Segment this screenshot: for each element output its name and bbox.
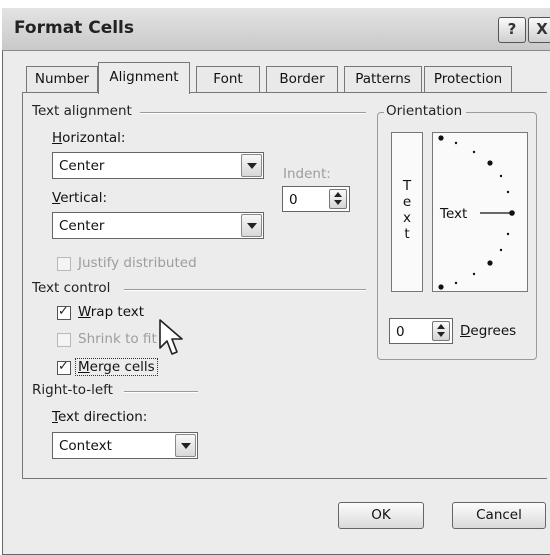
vertical-text-char: t <box>404 226 410 242</box>
justify-distributed-label: Justify distributed <box>78 255 197 271</box>
degrees-label: Degrees <box>460 323 517 339</box>
text-alignment-group-label: Text alignment <box>32 103 136 119</box>
tab-alignment[interactable]: Alignment <box>98 62 190 94</box>
chevron-down-icon[interactable] <box>241 154 262 177</box>
indent-label: Indent: <box>283 166 331 182</box>
wrap-text-checkbox[interactable]: ✓ <box>57 304 71 320</box>
indent-value: 0 <box>289 192 298 208</box>
wrap-text-label: Wrap text <box>78 304 145 320</box>
vertical-select[interactable]: Center <box>52 212 264 239</box>
close-icon: X <box>536 20 548 38</box>
vertical-value: Center <box>59 218 105 234</box>
cancel-button[interactable]: Cancel <box>452 502 546 529</box>
right-to-left-group-label: Right-to-left <box>32 382 117 398</box>
vertical-text-char: e <box>402 194 412 210</box>
text-direction-value: Context <box>59 438 112 454</box>
tab-patterns[interactable]: Patterns <box>344 66 422 93</box>
close-button[interactable]: X <box>528 17 550 43</box>
dial-text-label: Text <box>440 206 468 222</box>
horizontal-select[interactable]: Center <box>52 152 264 179</box>
group-rule <box>140 112 366 114</box>
orientation-group-label: Orientation <box>384 103 467 119</box>
text-direction-select[interactable]: Context <box>52 432 198 459</box>
ok-button[interactable]: OK <box>338 502 424 529</box>
tab-protection[interactable]: Protection <box>424 66 512 93</box>
spinner-icon[interactable] <box>329 189 347 209</box>
dialog-title: Format Cells <box>14 18 134 38</box>
shrink-to-fit-label: Shrink to fit <box>78 331 157 347</box>
degrees-value: 0 <box>396 324 405 340</box>
degrees-spinner[interactable]: 0 <box>389 318 453 344</box>
text-direction-label: Text direction: <box>52 409 148 425</box>
shrink-to-fit-checkbox[interactable] <box>57 333 71 347</box>
merge-cells-checkbox[interactable]: ✓ <box>57 359 71 375</box>
justify-distributed-checkbox[interactable] <box>57 257 71 271</box>
help-icon: ? <box>507 20 517 38</box>
horizontal-label: Horizontal: <box>52 130 126 146</box>
tab-number[interactable]: Number <box>26 66 98 93</box>
indent-spinner[interactable]: 0 <box>282 186 350 212</box>
vertical-text-char: T <box>402 178 412 194</box>
mouse-pointer-icon <box>159 319 183 355</box>
horizontal-value: Center <box>59 158 105 174</box>
chevron-down-icon[interactable] <box>175 434 196 457</box>
chevron-down-icon[interactable] <box>241 214 262 237</box>
spinner-icon[interactable] <box>432 321 450 341</box>
vertical-label: Vertical: <box>52 190 108 206</box>
help-button[interactable]: ? <box>498 17 526 43</box>
tab-font[interactable]: Font <box>196 66 260 93</box>
group-rule <box>124 391 198 393</box>
vertical-text-char: x <box>403 210 411 226</box>
text-control-group-label: Text control <box>32 280 115 296</box>
tab-border[interactable]: Border <box>266 66 338 93</box>
title-bar: Format Cells <box>2 8 550 51</box>
merge-cells-label: Merge cells <box>75 358 158 376</box>
group-rule <box>124 289 366 291</box>
